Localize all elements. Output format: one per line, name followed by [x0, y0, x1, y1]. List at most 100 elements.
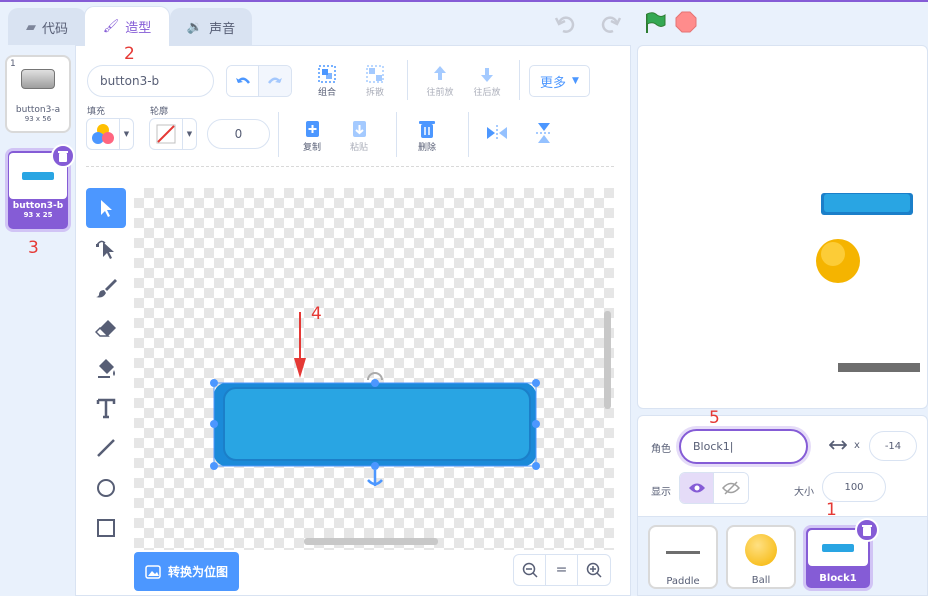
- costume-item-1[interactable]: 1 button3-a 93 x 56: [5, 55, 71, 133]
- zoom-out-icon: [522, 562, 538, 578]
- sprite-item-paddle[interactable]: Paddle: [648, 525, 718, 589]
- flip-horizontal-button[interactable]: [477, 122, 517, 144]
- annotation-arrow-icon: [294, 312, 306, 378]
- horizontal-arrows-icon: [829, 440, 847, 450]
- canvas-horizontal-scrollbar[interactable]: [304, 538, 438, 545]
- tab-code[interactable]: ▰ 代码: [8, 8, 86, 46]
- tab-costumes[interactable]: 🖌 造型: [84, 6, 170, 46]
- zoom-in-icon: [586, 562, 602, 578]
- canvas-content: [210, 311, 611, 545]
- undo-redo-group: [226, 65, 292, 97]
- costume-name: button3-a: [15, 105, 61, 115]
- zoom-controls: =: [513, 554, 611, 586]
- size-input[interactable]: 100: [822, 472, 886, 502]
- show-sprite-button[interactable]: [680, 473, 714, 503]
- costume-thumbnail: [21, 69, 55, 89]
- trash-icon: [58, 150, 68, 162]
- rotation-handle-icon[interactable]: [367, 372, 383, 381]
- canvas-vertical-scrollbar[interactable]: [604, 311, 611, 409]
- costume-name: button3-b: [12, 201, 64, 211]
- top-undo-icon: [557, 16, 575, 33]
- stage-content: [816, 193, 920, 372]
- circle-tool[interactable]: [86, 468, 126, 508]
- undo-icon: [235, 77, 250, 84]
- sprite-label: 角色: [651, 444, 671, 455]
- delete-costume-button[interactable]: [51, 144, 75, 168]
- sprite-name-input[interactable]: Block1 |: [679, 429, 808, 464]
- line-tool[interactable]: [86, 428, 126, 468]
- fill-tool[interactable]: [86, 348, 126, 388]
- convert-to-bitmap-button[interactable]: 转换为位图: [134, 552, 239, 591]
- outline-width-input[interactable]: 0: [207, 119, 270, 149]
- select-tool[interactable]: [86, 188, 126, 228]
- costume-number: 2: [11, 153, 17, 163]
- forward-button[interactable]: 往前放: [420, 63, 460, 98]
- delete-button[interactable]: 删除: [407, 118, 447, 153]
- code-icon: ▰: [25, 20, 36, 35]
- hide-sprite-button[interactable]: [714, 473, 748, 503]
- outline-label: 轮廓: [150, 107, 169, 117]
- annotation-1: 1: [826, 500, 837, 520]
- annotation-5: 5: [709, 408, 720, 428]
- tab-sounds-label: 声音: [209, 22, 236, 37]
- paint-canvas[interactable]: [134, 188, 614, 550]
- ungroup-button[interactable]: 拆散: [355, 63, 395, 98]
- undo-button[interactable]: [227, 66, 259, 96]
- paste-button[interactable]: 粘贴: [339, 118, 379, 153]
- delete-sprite-button[interactable]: [855, 518, 879, 542]
- sprite-name: Paddle: [666, 576, 700, 587]
- brush-tool[interactable]: [86, 268, 126, 308]
- toolbar-divider: [519, 60, 520, 100]
- zoom-out-button[interactable]: [514, 555, 546, 585]
- rectangle-icon: [97, 519, 115, 537]
- fill-color-picker[interactable]: ▼: [86, 118, 134, 150]
- flip-vertical-icon: [536, 123, 552, 143]
- paddle-sprite-on-stage[interactable]: [838, 363, 920, 372]
- flip-vertical-button[interactable]: [524, 122, 564, 144]
- annotation-3: 3: [28, 238, 39, 258]
- costume-list: 1 button3-a 93 x 56 2 button3-b 93 x 25: [0, 45, 76, 596]
- redo-button[interactable]: [259, 66, 291, 96]
- sprite-item-ball[interactable]: Ball: [726, 525, 796, 589]
- visibility-toggle: [679, 472, 749, 504]
- rectangle-tool[interactable]: [86, 508, 126, 548]
- toolbar-divider: [86, 166, 614, 167]
- sprite-list: Paddle Ball Block1: [637, 517, 928, 596]
- outline-color-picker[interactable]: ▼: [149, 118, 197, 150]
- fill-label: 填充: [87, 107, 106, 117]
- more-dropdown[interactable]: 更多 ▼: [529, 65, 590, 97]
- costume-number: 1: [10, 59, 16, 69]
- toolbar-divider: [468, 112, 469, 157]
- tab-costumes-label: 造型: [125, 21, 152, 36]
- group-icon: [318, 65, 336, 83]
- forward-icon: [434, 66, 446, 80]
- stop-icon[interactable]: [675, 11, 697, 33]
- toolbar-divider: [278, 112, 279, 157]
- x-position-input[interactable]: -14: [869, 431, 917, 461]
- stage[interactable]: [637, 45, 928, 409]
- toolbar-divider: [407, 60, 408, 100]
- reshape-icon: [96, 240, 114, 259]
- copy-button[interactable]: 复制: [292, 118, 332, 153]
- costume-size: 93 x 56: [24, 115, 52, 123]
- sprite-name: Ball: [751, 575, 771, 586]
- backward-button[interactable]: 往后放: [467, 63, 507, 98]
- reshape-tool[interactable]: [86, 228, 126, 268]
- green-flag-icon[interactable]: [643, 11, 667, 35]
- no-outline-icon: [156, 124, 176, 144]
- costume-name-input[interactable]: button3-b: [87, 65, 214, 97]
- redo-icon: [268, 77, 282, 84]
- zoom-reset-button[interactable]: =: [546, 555, 578, 585]
- zoom-in-button[interactable]: [578, 555, 610, 585]
- circle-icon: [97, 479, 115, 497]
- move-handle-icon[interactable]: [367, 470, 383, 486]
- text-tool[interactable]: [86, 388, 126, 428]
- tab-sounds[interactable]: 🔉 声音: [170, 8, 252, 46]
- eraser-tool[interactable]: [86, 308, 126, 348]
- paste-icon: [353, 121, 366, 137]
- group-button[interactable]: 组合: [307, 63, 347, 98]
- trash-icon: [419, 121, 435, 138]
- brush-icon: [96, 279, 117, 298]
- top-undo-redo: [554, 16, 622, 33]
- sprite-thumbnail: [745, 534, 777, 566]
